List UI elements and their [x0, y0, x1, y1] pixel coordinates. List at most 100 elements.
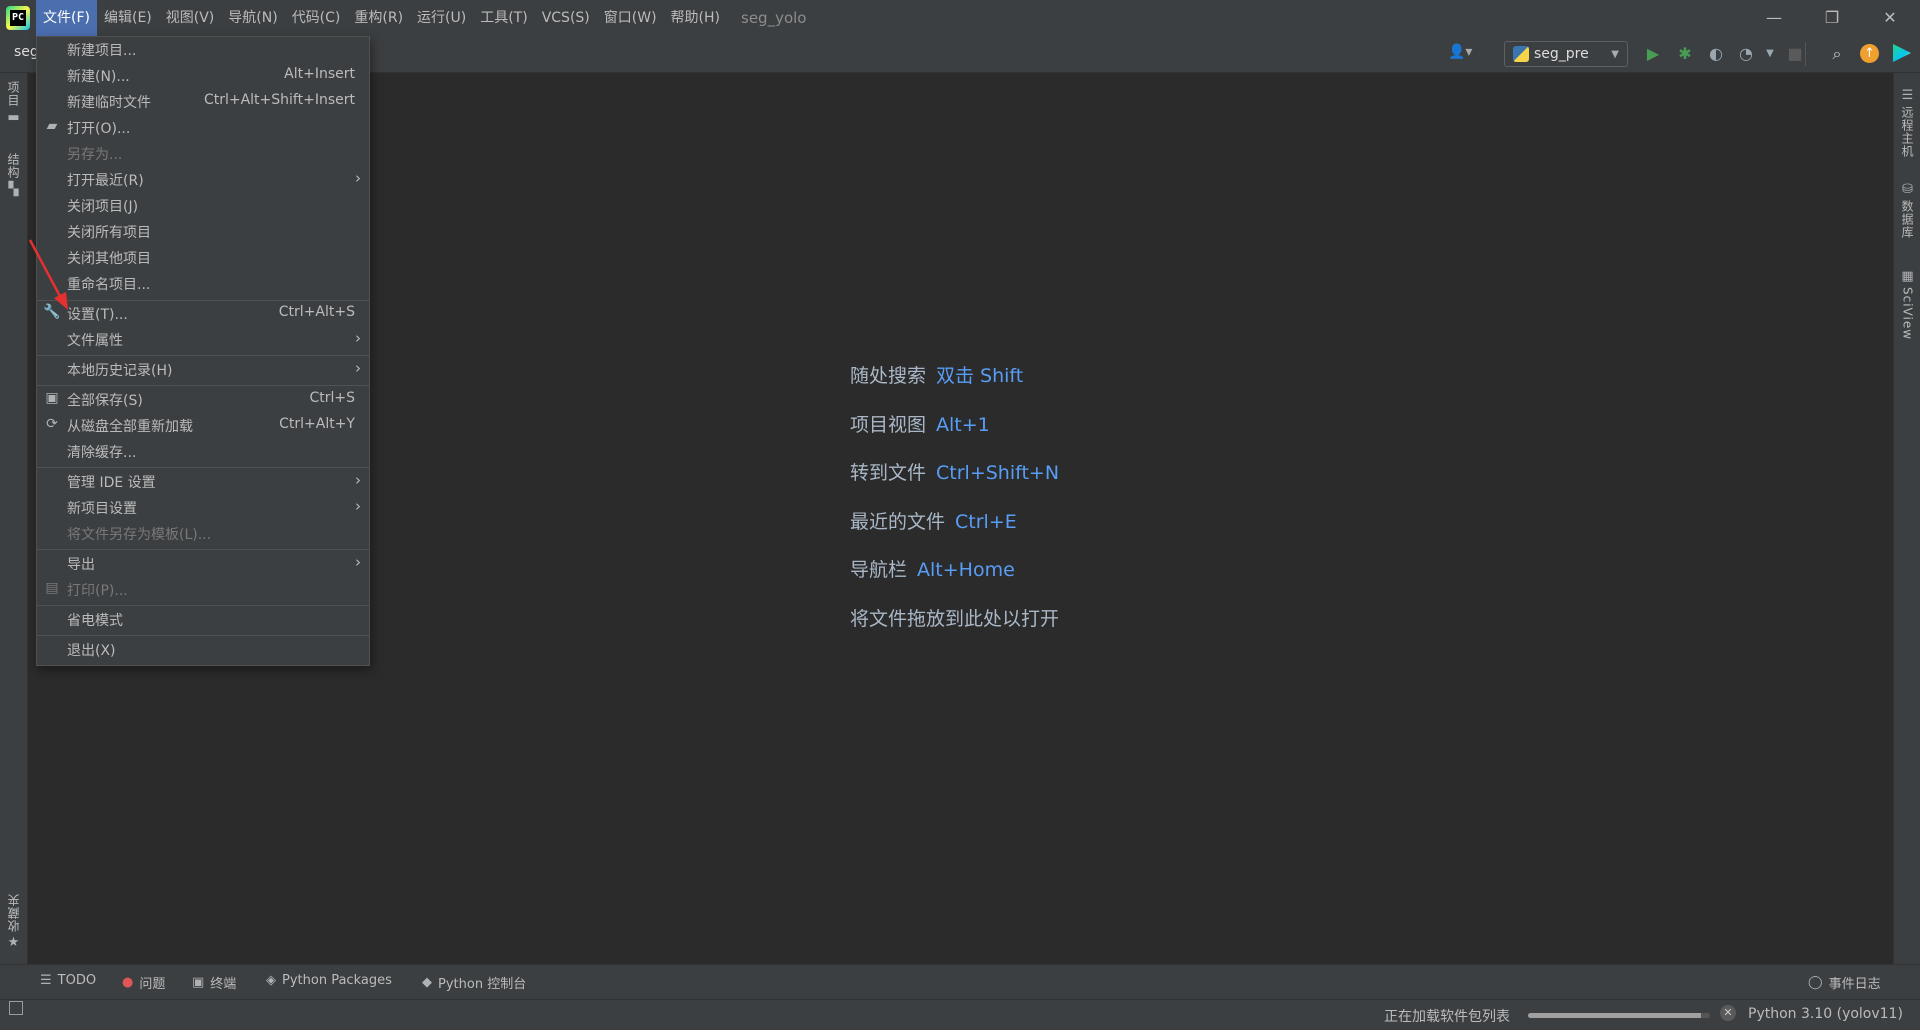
menu-open[interactable]: ▰ 打开(O)...	[37, 116, 369, 141]
hint-recent-files: 最近的文件 Ctrl+E	[850, 510, 1017, 533]
menu-separator	[37, 605, 369, 606]
menu-new-scratch-file[interactable]: 新建临时文件 Ctrl+Alt+Shift+Insert	[37, 90, 369, 115]
menu-invalidate-caches[interactable]: 清除缓存...	[37, 440, 369, 465]
hint-go-to-file: 转到文件 Ctrl+Shift+N	[850, 462, 1060, 484]
annotation-arrow-icon	[28, 239, 68, 310]
star-icon: ★	[7, 935, 20, 950]
todo-tool-button[interactable]: ☰ TODO	[40, 973, 96, 988]
menu-new-project[interactable]: 新建项目...	[37, 38, 369, 63]
more-run-chevron-icon[interactable]: ▼	[1759, 44, 1781, 64]
menu-view[interactable]: 视图(V)	[159, 0, 222, 36]
status-loading-text: 正在加载软件包列表	[1384, 1009, 1510, 1025]
menu-vcs[interactable]: VCS(S)	[535, 0, 597, 36]
menu-open-recent[interactable]: 打开最近(R) ›	[37, 168, 369, 193]
right-tool-strip: ☰ 远程主机 ⛁ 数据库 ▦ SciView	[1893, 73, 1920, 964]
database-tool-tab[interactable]: ⛁ 数据库	[1894, 179, 1920, 239]
python-icon	[1513, 46, 1529, 62]
submenu-arrow-icon: ›	[355, 553, 361, 571]
error-icon: ●	[122, 975, 134, 990]
menu-close-all-projects[interactable]: 关闭所有项目	[37, 220, 369, 245]
menu-exit[interactable]: 退出(X)	[37, 638, 369, 663]
python-console-tool-button[interactable]: ◆ Python 控制台	[422, 973, 526, 992]
structure-tab-label: 结构	[6, 153, 20, 179]
cancel-loading-icon[interactable]: ✕	[1720, 1005, 1736, 1021]
database-tab-label: 数据库	[1900, 200, 1914, 239]
restore-button[interactable]: ❐	[1808, 0, 1856, 36]
menu-close-other-projects[interactable]: 关闭其他项目	[37, 246, 369, 271]
event-log-tool-button[interactable]: ◯ 事件日志	[1808, 973, 1881, 992]
hint-drop-files: 将文件拖放到此处以打开	[850, 607, 1060, 630]
loading-progress-fill	[1528, 1013, 1701, 1018]
menu-settings[interactable]: 🔧 设置(T)... Ctrl+Alt+S	[37, 302, 369, 327]
submenu-arrow-icon: ›	[355, 169, 361, 187]
menu-file-properties[interactable]: 文件属性 ›	[37, 328, 369, 353]
hint-project-view: 项目视图 Alt+1	[850, 413, 990, 436]
menu-print: ▤ 打印(P)...	[37, 578, 369, 603]
menu-rename-project[interactable]: 重命名项目...	[37, 272, 369, 297]
menu-edit[interactable]: 编辑(E)	[97, 0, 159, 36]
chevron-down-icon: ▼	[1611, 48, 1619, 60]
menu-window[interactable]: 窗口(W)	[597, 0, 664, 36]
search-icon[interactable]: ⌕	[1826, 44, 1848, 64]
structure-icon: ▚	[8, 182, 19, 197]
menu-power-save-mode[interactable]: 省电模式	[37, 608, 369, 633]
hint-search-everywhere: 随处搜索 双击 Shift	[850, 365, 1024, 387]
sciview-tool-tab[interactable]: ▦ SciView	[1894, 266, 1920, 340]
run-configuration-label: seg_pre	[1534, 46, 1589, 62]
remote-host-tab-label: 远程主机	[1900, 106, 1914, 158]
terminal-tool-button[interactable]: ▣ 终端	[192, 973, 236, 992]
pycharm-logo-icon[interactable]: PC	[6, 6, 30, 30]
editor-empty-hints: 随处搜索 双击 Shift 项目视图 Alt+1 转到文件 Ctrl+Shift+N …	[850, 362, 1059, 653]
menu-help[interactable]: 帮助(H)	[664, 0, 727, 36]
coverage-icon[interactable]: ◐	[1705, 44, 1727, 64]
menu-new[interactable]: 新建(N)... Alt+Insert	[37, 64, 369, 89]
profile-icon[interactable]: ◔	[1735, 44, 1757, 64]
menu-separator	[37, 549, 369, 550]
loading-progress-bar	[1528, 1013, 1710, 1018]
update-arrow-icon[interactable]: ↑	[1860, 44, 1879, 63]
reload-icon: ⟳	[46, 416, 58, 432]
menu-file[interactable]: 文件(F)	[36, 0, 97, 36]
menu-local-history[interactable]: 本地历史记录(H) ›	[37, 358, 369, 383]
stop-icon[interactable]: ■	[1784, 44, 1806, 64]
run-icon[interactable]: ▶	[1642, 44, 1664, 64]
favorites-tool-tab[interactable]: 收藏夹 ★	[0, 893, 27, 953]
menu-separator	[37, 300, 369, 301]
menu-code[interactable]: 代码(C)	[285, 0, 348, 36]
menu-refactor[interactable]: 重构(R)	[347, 0, 410, 36]
debug-icon[interactable]: ✱	[1674, 44, 1696, 64]
print-icon: ▤	[45, 580, 59, 596]
run-configuration-select[interactable]: seg_pre ▼	[1504, 41, 1628, 67]
menu-separator	[37, 385, 369, 386]
python-interpreter-widget[interactable]: Python 3.10 (yolov11)	[1748, 1006, 1903, 1022]
menu-close-project[interactable]: 关闭项目(J)	[37, 194, 369, 219]
favorites-tab-label: 收藏夹	[7, 893, 21, 932]
terminal-icon: ▣	[192, 975, 205, 990]
minimize-button[interactable]: —	[1750, 0, 1798, 36]
problems-tool-button[interactable]: ● 问题	[122, 973, 165, 992]
menu-navigate[interactable]: 导航(N)	[221, 0, 284, 36]
menu-separator	[37, 467, 369, 468]
menu-tools[interactable]: 工具(T)	[473, 0, 534, 36]
menu-reload-all-from-disk[interactable]: ⟳ 从磁盘全部重新加载 Ctrl+Alt+Y	[37, 414, 369, 439]
menu-export[interactable]: 导出 ›	[37, 552, 369, 577]
python-console-icon: ◆	[422, 975, 432, 990]
toolbar-divider	[1805, 42, 1806, 66]
sciview-icon: ▦	[1901, 269, 1914, 284]
user-account-icon[interactable]: 👤▾	[1448, 44, 1478, 64]
project-tool-tab[interactable]: 项目 ▬	[0, 81, 27, 128]
python-packages-tool-button[interactable]: ◈ Python Packages	[266, 973, 392, 988]
menu-new-projects-setup[interactable]: 新项目设置 ›	[37, 496, 369, 521]
remote-host-tool-tab[interactable]: ☰ 远程主机	[1894, 85, 1920, 158]
menu-manage-ide-settings[interactable]: 管理 IDE 设置 ›	[37, 470, 369, 495]
menu-run[interactable]: 运行(U)	[410, 0, 473, 36]
tool-windows-toggle-icon[interactable]	[9, 1001, 23, 1015]
file-menu-dropdown: 新建项目... 新建(N)... Alt+Insert 新建临时文件 Ctrl+Al…	[36, 36, 370, 666]
submenu-arrow-icon: ›	[355, 329, 361, 347]
structure-tool-tab[interactable]: 结构 ▚	[0, 153, 27, 200]
close-button[interactable]: ✕	[1866, 0, 1914, 36]
save-icon: ▣	[45, 390, 59, 406]
packages-icon: ◈	[266, 973, 276, 988]
menu-save-all[interactable]: ▣ 全部保存(S) Ctrl+S	[37, 388, 369, 413]
folder-icon: ▬	[7, 110, 20, 125]
